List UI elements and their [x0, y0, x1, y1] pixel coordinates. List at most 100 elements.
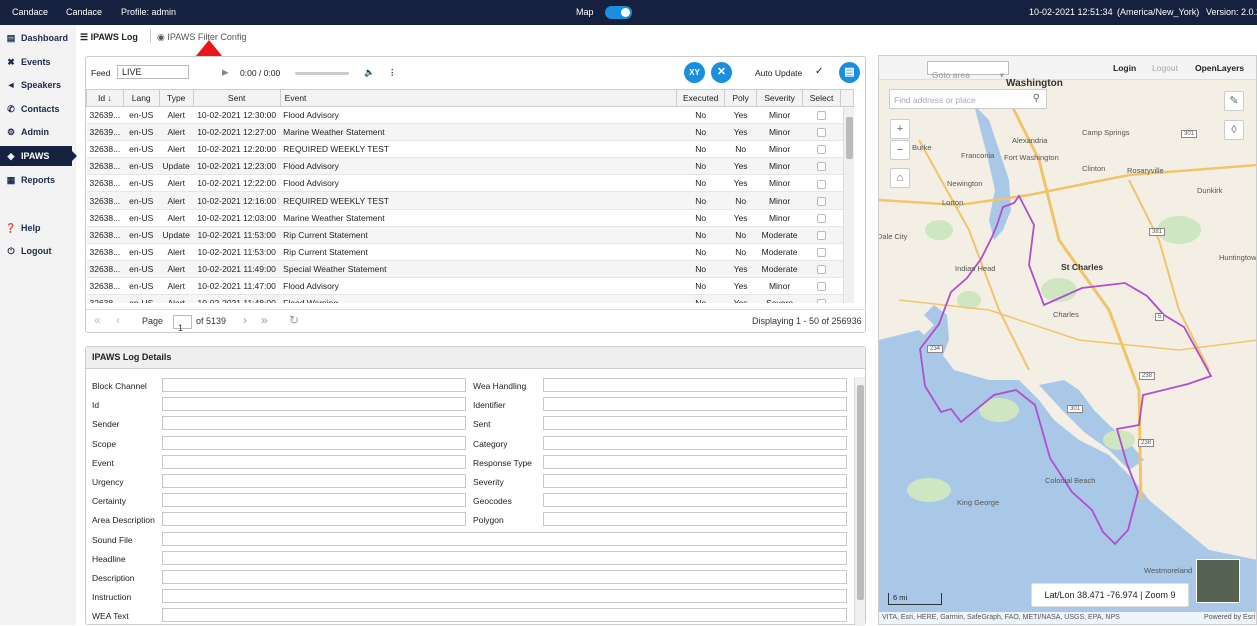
- detail-field-input[interactable]: [543, 512, 847, 527]
- play-icon[interactable]: ▶: [222, 67, 229, 78]
- sidebar-item-events[interactable]: ✖ Events: [0, 52, 76, 72]
- profile-label[interactable]: Profile: admin: [121, 7, 176, 17]
- page-input[interactable]: 1: [173, 315, 192, 333]
- detail-field-input[interactable]: [162, 397, 466, 412]
- sidebar-item-contacts[interactable]: ✆ Contacts: [0, 99, 76, 119]
- row-select-checkbox[interactable]: [817, 230, 827, 240]
- more-vertical-icon[interactable]: ⋮: [388, 67, 397, 78]
- table-cell: en-US: [123, 157, 160, 176]
- row-select-checkbox[interactable]: [817, 213, 827, 223]
- column-header-poly[interactable]: Poly: [724, 89, 758, 107]
- grid-scrollbar-thumb[interactable]: [846, 117, 853, 159]
- tab-ipaws-log[interactable]: ☰ IPAWS Log: [80, 32, 138, 43]
- sidebar-item-admin[interactable]: ⚙ Admin: [0, 122, 76, 142]
- detail-field-input[interactable]: [543, 493, 847, 508]
- table-row[interactable]: 32639... en-US Alert 10-02-2021 12:30:00 Flo…: [86, 106, 854, 125]
- column-header-type[interactable]: Type: [158, 89, 194, 107]
- row-select-checkbox[interactable]: [817, 265, 827, 275]
- zoom-in-button[interactable]: +: [890, 119, 910, 139]
- clear-button[interactable]: ✕: [711, 62, 732, 83]
- column-header-executed[interactable]: Executed: [676, 89, 726, 107]
- detail-field-input[interactable]: [162, 416, 466, 431]
- row-select-checkbox[interactable]: [817, 282, 827, 292]
- table-row[interactable]: 32638... en-US Alert 10-02-2021 11:47:00 Flo…: [86, 277, 854, 296]
- row-select-checkbox[interactable]: [817, 179, 827, 189]
- column-header-event[interactable]: Event: [279, 89, 678, 107]
- detail-field-input[interactable]: [162, 512, 466, 527]
- table-row[interactable]: 32638...en-USAlert10-02-2021 11:48:00Flo…: [86, 294, 854, 303]
- goto-area-select[interactable]: Goto area ▾: [927, 61, 1009, 80]
- basemap-toggle-thumbnail[interactable]: [1196, 559, 1240, 603]
- sidebar-item-help[interactable]: ❓ Help: [0, 218, 76, 238]
- audio-progress[interactable]: [295, 72, 349, 75]
- detail-field-input[interactable]: [543, 397, 847, 412]
- feed-select[interactable]: LIVE: [117, 65, 189, 79]
- grid-scrollbar[interactable]: [843, 107, 854, 303]
- detail-field-input[interactable]: [162, 454, 466, 469]
- map-logout-button[interactable]: Logout: [1152, 63, 1178, 73]
- column-header-lang[interactable]: Lang: [122, 89, 160, 107]
- last-page-icon[interactable]: »: [261, 313, 268, 327]
- detail-field-input[interactable]: [162, 550, 847, 565]
- table-row[interactable]: 32638... en-US Alert 10-02-2021 11:53:00 Rip…: [86, 243, 854, 261]
- user-name[interactable]: Candace: [12, 7, 48, 17]
- detail-field-input[interactable]: [543, 454, 847, 469]
- home-icon[interactable]: ⌂: [890, 168, 910, 188]
- table-row[interactable]: 32638... en-US Update 10-02-2021 11:53:00 Ri…: [86, 226, 854, 244]
- first-page-icon[interactable]: «: [94, 313, 101, 327]
- column-header-sent[interactable]: Sent: [192, 89, 281, 107]
- detail-field-input[interactable]: [543, 378, 847, 392]
- row-select-checkbox[interactable]: [817, 299, 827, 303]
- openlayers-button[interactable]: OpenLayers: [1195, 63, 1244, 73]
- detail-field-input[interactable]: [162, 531, 847, 546]
- table-row[interactable]: 32638... en-US Alert 10-02-2021 11:49:00 Spe…: [86, 260, 854, 278]
- detail-field-input[interactable]: [543, 416, 847, 431]
- row-select-checkbox[interactable]: [817, 196, 827, 206]
- map-toggle[interactable]: [605, 6, 632, 19]
- table-row[interactable]: 32638... en-US Update 10-02-2021 12:23:00 Fl…: [86, 157, 854, 176]
- layers-icon[interactable]: ◊: [1224, 120, 1244, 140]
- detail-field-input[interactable]: [162, 589, 847, 604]
- map-search-input[interactable]: Find address or place ⚲: [889, 89, 1047, 109]
- details-scrollbar[interactable]: [854, 377, 865, 626]
- details-scrollbar-thumb[interactable]: [857, 385, 864, 600]
- next-page-icon[interactable]: ›: [243, 313, 247, 327]
- row-select-checkbox[interactable]: [817, 128, 827, 138]
- column-header-id[interactable]: Id ↓: [86, 89, 124, 107]
- detail-field-input[interactable]: [162, 570, 847, 584]
- volume-icon[interactable]: 🔈: [364, 67, 375, 78]
- detail-field-input[interactable]: [162, 493, 466, 508]
- sidebar-item-logout[interactable]: ⏻ Logout: [0, 241, 76, 261]
- edit-pencil-icon[interactable]: ✎: [1224, 91, 1244, 111]
- table-row[interactable]: 32638... en-US Alert 10-02-2021 12:22:00 Flo…: [86, 174, 854, 193]
- column-header-select[interactable]: Select: [802, 89, 841, 107]
- detail-field-input[interactable]: [162, 608, 847, 623]
- row-select-checkbox[interactable]: [817, 247, 827, 257]
- row-select-checkbox[interactable]: [817, 111, 827, 121]
- table-row[interactable]: 32639... en-US Alert 10-02-2021 12:27:00 Mar…: [86, 123, 854, 142]
- row-select-checkbox[interactable]: [817, 145, 827, 155]
- detail-field-input[interactable]: [162, 435, 466, 450]
- sidebar-item-ipaws[interactable]: ◈ IPAWS: [0, 146, 77, 166]
- sidebar-item-dashboard[interactable]: ▤ Dashboard: [0, 28, 76, 48]
- search-icon[interactable]: ⚲: [1033, 93, 1040, 104]
- table-row[interactable]: 32638... en-US Alert 10-02-2021 12:20:00 REQ…: [86, 140, 854, 159]
- detail-field-input[interactable]: [543, 474, 847, 488]
- map-login-button[interactable]: Login: [1113, 63, 1136, 73]
- user-name-secondary[interactable]: Candace: [66, 7, 102, 17]
- prev-page-icon[interactable]: ‹: [116, 313, 120, 327]
- auto-update-checkbox[interactable]: ✓: [815, 66, 823, 77]
- refresh-icon[interactable]: ↻: [289, 313, 299, 327]
- xy-button[interactable]: XY: [684, 62, 705, 83]
- sidebar-item-reports[interactable]: ▦ Reports: [0, 170, 76, 190]
- table-row[interactable]: 32638... en-US Alert 10-02-2021 12:03:00 Mar…: [86, 209, 854, 227]
- detail-field-input[interactable]: [162, 378, 466, 392]
- sidebar-item-speakers[interactable]: ◄ Speakers: [0, 75, 76, 95]
- details-button[interactable]: ▤: [839, 62, 860, 83]
- column-header-severity[interactable]: Severity: [756, 89, 804, 107]
- row-select-checkbox[interactable]: [817, 162, 827, 172]
- zoom-out-button[interactable]: −: [890, 140, 910, 160]
- table-row[interactable]: 32638... en-US Alert 10-02-2021 12:16:00 REQ…: [86, 191, 854, 210]
- detail-field-input[interactable]: [162, 474, 466, 488]
- detail-field-input[interactable]: [543, 435, 847, 450]
